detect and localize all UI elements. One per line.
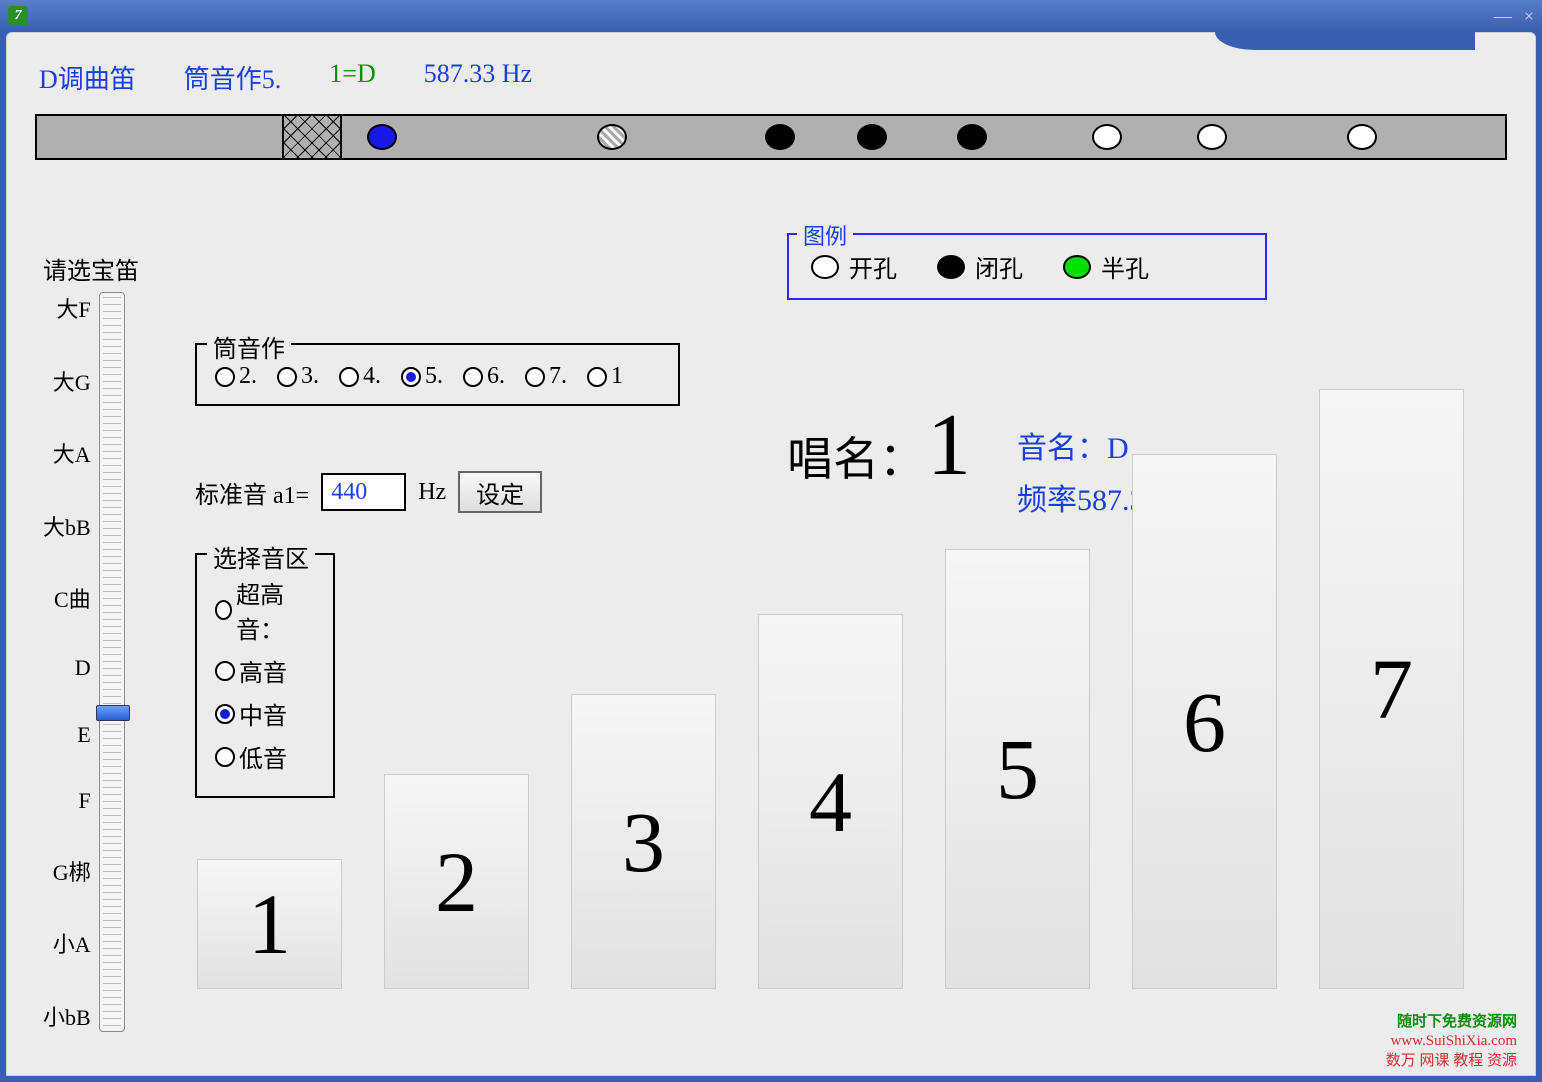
slider-label: 小A	[53, 927, 91, 959]
freq-label: 587.33 Hz	[424, 59, 532, 96]
flute-diagram	[35, 114, 1507, 160]
slider-label: 大G	[53, 365, 91, 397]
slider-thumb[interactable]	[96, 705, 130, 721]
chart-bar-7[interactable]: 7	[1319, 389, 1464, 989]
app-icon: 7	[8, 6, 28, 26]
tongyin-radio-2[interactable]: 2.	[215, 363, 257, 390]
radio-icon	[277, 367, 297, 387]
flute-hole-white-icon	[1347, 124, 1377, 150]
titlebar: 7 — ×	[0, 0, 1542, 32]
tongyin-radio-4[interactable]: 4.	[339, 363, 381, 390]
slider-label: F	[78, 788, 90, 814]
header-info: D调曲笛 筒音作5. 1=D 587.33 Hz	[39, 59, 1507, 96]
flute-hole-white-icon	[1092, 124, 1122, 150]
flute-membrane-icon	[282, 116, 342, 158]
radio-label: 5.	[425, 363, 443, 390]
watermark: 随时下免费资源网 www.SuiShiXia.com 数万 网课 教程 资源	[1386, 1013, 1517, 1072]
slider-label: C曲	[54, 582, 91, 614]
slider-label: D	[75, 655, 91, 681]
chart-bar-label: 3	[622, 792, 665, 892]
legend-closed: 闭孔	[937, 249, 1023, 284]
radio-label: 2.	[239, 363, 257, 390]
tongyin-radio-3[interactable]: 3.	[277, 363, 319, 390]
legend-half: 半孔	[1063, 249, 1149, 284]
tongyin-radio-1[interactable]: 1	[587, 363, 623, 390]
open-hole-icon	[811, 255, 839, 279]
slider-ticks-icon	[103, 297, 121, 1027]
slider-label: 大bB	[43, 510, 91, 542]
flute-select-panel: 请选宝笛 大F 大G 大A 大bB C曲 D E F G梆小A 小bB	[43, 251, 139, 1032]
flute-slider[interactable]	[99, 292, 125, 1032]
radio-icon	[215, 367, 235, 387]
tongyin-group-title: 筒音作	[207, 329, 291, 364]
flute-key-label: D调曲笛	[39, 59, 136, 96]
key-eq-label: 1=D	[329, 59, 375, 96]
chart-bar-label: 7	[1370, 639, 1413, 739]
chart-bar-5[interactable]: 5	[945, 549, 1090, 989]
flute-hole-striped-icon	[597, 124, 627, 150]
legend-box: 图例 开孔 闭孔 半孔	[787, 233, 1267, 300]
chart-bar-label: 1	[248, 874, 291, 974]
slider-label: G梆	[53, 855, 91, 887]
chart-bar-3[interactable]: 3	[571, 694, 716, 989]
note-bar-chart: 1 2 3 4 5 6 7	[197, 389, 1485, 989]
chart-bar-2[interactable]: 2	[384, 774, 529, 989]
flute-hole-black-icon	[765, 124, 795, 150]
slider-label: 大F	[56, 292, 90, 324]
titlebar-notch	[1215, 32, 1475, 50]
slider-label: 小bB	[43, 1000, 91, 1032]
radio-icon	[525, 367, 545, 387]
close-button[interactable]: ×	[1524, 6, 1534, 27]
minimize-button[interactable]: —	[1494, 6, 1512, 27]
client-area: D调曲笛 筒音作5. 1=D 587.33 Hz 图例 开孔 闭孔	[6, 32, 1536, 1076]
chart-bar-4[interactable]: 4	[758, 614, 903, 989]
tongyin-radio-7[interactable]: 7.	[525, 363, 567, 390]
tongyin-radio-6[interactable]: 6.	[463, 363, 505, 390]
radio-icon	[587, 367, 607, 387]
flute-hole-black-icon	[957, 124, 987, 150]
slider-label: 大A	[53, 437, 91, 469]
chart-bar-label: 5	[996, 719, 1039, 819]
chart-bar-label: 6	[1183, 672, 1226, 772]
tongyin-label: 筒音作5.	[184, 59, 282, 96]
legend-open: 开孔	[811, 249, 897, 284]
flute-hole-black-icon	[857, 124, 887, 150]
flute-hole-blue-icon	[367, 124, 397, 150]
chart-bar-6[interactable]: 6	[1132, 454, 1277, 989]
chart-bar-label: 4	[809, 752, 852, 852]
radio-label: 6.	[487, 363, 505, 390]
closed-hole-icon	[937, 255, 965, 279]
tongyin-radio-5[interactable]: 5.	[401, 363, 443, 390]
chart-bar-1[interactable]: 1	[197, 859, 342, 989]
radio-label: 3.	[301, 363, 319, 390]
chart-bar-label: 2	[435, 832, 478, 932]
slider-label: E	[77, 722, 90, 748]
legend-title: 图例	[797, 219, 853, 251]
flute-select-label: 请选宝笛	[43, 251, 139, 286]
flute-hole-white-icon	[1197, 124, 1227, 150]
radio-icon	[339, 367, 359, 387]
half-hole-icon	[1063, 255, 1091, 279]
radio-label: 1	[611, 363, 623, 390]
radio-icon	[401, 367, 421, 387]
radio-label: 7.	[549, 363, 567, 390]
radio-icon	[463, 367, 483, 387]
radio-label: 4.	[363, 363, 381, 390]
